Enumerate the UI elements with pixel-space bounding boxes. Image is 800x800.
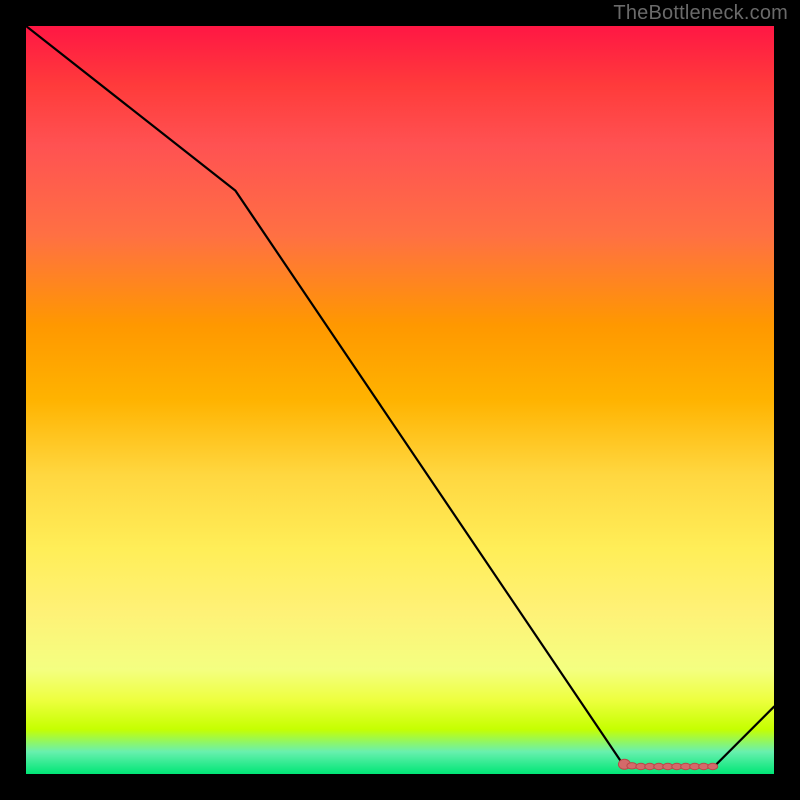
- watermark-text: TheBottleneck.com: [613, 2, 788, 25]
- highlight-markers: [618, 759, 717, 769]
- highlight-marker: [627, 763, 637, 769]
- chart-frame: TheBottleneck.com: [0, 0, 800, 800]
- main-curve-line: [26, 26, 774, 767]
- highlight-marker: [708, 763, 718, 769]
- chart-overlay-svg: [26, 26, 774, 774]
